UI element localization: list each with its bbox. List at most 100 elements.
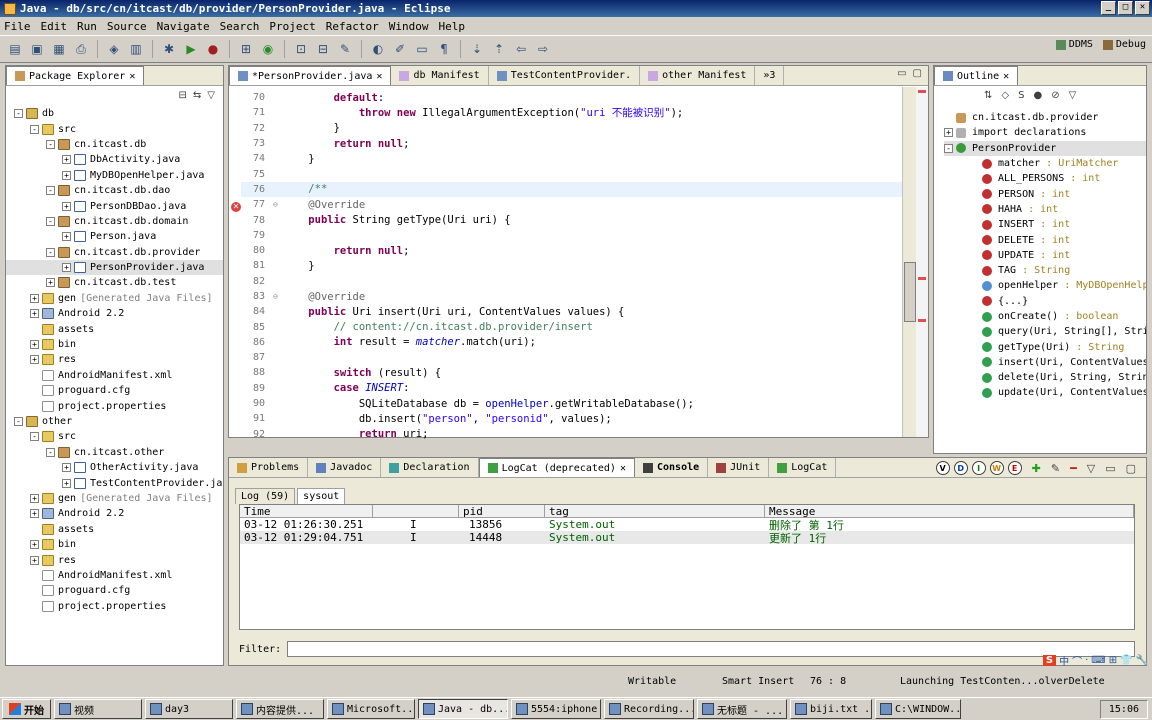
maximize-view-icon[interactable]: ▢: [913, 68, 922, 79]
expand-toggle-icon[interactable]: +: [30, 293, 39, 303]
tree-item[interactable]: + TestContentProvider.jav: [6, 475, 223, 490]
column-time[interactable]: Time: [240, 504, 373, 518]
code-line[interactable]: 71 throw new IllegalArgumentException("u…: [241, 105, 902, 120]
view-menu-icon[interactable]: ▽: [207, 90, 215, 101]
expand-toggle-icon[interactable]: -: [46, 139, 55, 149]
expand-toggle-icon[interactable]: -: [46, 247, 55, 257]
close-icon[interactable]: ✕: [1003, 71, 1009, 82]
menu-edit[interactable]: Edit: [41, 20, 68, 33]
log-tab-sysout[interactable]: sysout: [297, 488, 346, 504]
tree-item[interactable]: + Android 2.2: [6, 306, 223, 321]
view-menu-icon[interactable]: ▽: [1087, 462, 1095, 475]
tab-javadoc[interactable]: Javadoc: [308, 458, 382, 477]
ime-mode-icon[interactable]: 中: [1059, 653, 1069, 668]
show-whitespace-icon[interactable]: ¶: [435, 40, 453, 58]
tree-item[interactable]: project.properties: [6, 599, 223, 614]
run-icon[interactable]: ▶: [182, 40, 200, 58]
print-icon[interactable]: ⎙: [72, 40, 90, 58]
ime-keyboard-icon[interactable]: ⌨: [1091, 655, 1105, 666]
expand-toggle-icon[interactable]: -: [944, 143, 953, 153]
new-icon[interactable]: ▤: [6, 40, 24, 58]
tab-package-explorer[interactable]: Package Explorer ✕: [6, 66, 145, 85]
error-marker[interactable]: [918, 319, 926, 322]
code-line[interactable]: 83 ⊖ @Override: [241, 289, 902, 304]
tab-console[interactable]: Console: [635, 458, 709, 477]
outline-item[interactable]: openHelper: MyDBOpenHelpe: [944, 278, 1146, 293]
maximize-button[interactable]: □: [1118, 1, 1133, 15]
log-row[interactable]: 03-12 01:29:04.751 I 14448 System.out 更新了 1行: [240, 531, 1134, 545]
menu-run[interactable]: Run: [77, 20, 97, 33]
outline-item[interactable]: getType(Uri): String: [944, 339, 1146, 354]
taskbar-item[interactable]: 无标题 - ...: [697, 699, 787, 719]
close-icon[interactable]: ✕: [376, 71, 382, 82]
search-icon[interactable]: ✎: [336, 40, 354, 58]
tab-other-manifest[interactable]: other Manifest: [640, 66, 756, 85]
error-marker[interactable]: [918, 277, 926, 280]
tree-item[interactable]: - src: [6, 429, 223, 444]
code-area[interactable]: 70 default: 71 throw new IllegalArgumentE…: [241, 90, 902, 440]
block-selection-icon[interactable]: ▭: [413, 40, 431, 58]
log-level-e-button[interactable]: E: [1007, 461, 1022, 475]
edit-filter-icon[interactable]: ✎: [1051, 462, 1060, 475]
tree-item[interactable]: + cn.itcast.db.test: [6, 275, 223, 290]
log-level-w-button[interactable]: W: [989, 461, 1004, 475]
tree-item[interactable]: + bin: [6, 337, 223, 352]
outline-item[interactable]: INSERT: int: [944, 217, 1146, 232]
outline-item[interactable]: HAHA: int: [944, 202, 1146, 217]
hide-fields-icon[interactable]: ◇: [1001, 90, 1009, 101]
tab-outline[interactable]: Outline ✕: [934, 66, 1019, 85]
ime-punct-icon[interactable]: ·: [1085, 655, 1088, 666]
menu-file[interactable]: File: [4, 20, 31, 33]
tree-item[interactable]: + gen [Generated Java Files]: [6, 291, 223, 306]
tree-item[interactable]: - cn.itcast.db.dao: [6, 183, 223, 198]
editor-scrollbar[interactable]: [902, 87, 916, 437]
outline-item[interactable]: DELETE: int: [944, 232, 1146, 247]
error-marker[interactable]: [918, 90, 926, 93]
sogou-s-icon[interactable]: S: [1042, 654, 1057, 666]
status-job[interactable]: Launching TestConten...olverDelete: [900, 676, 1105, 687]
outline-item[interactable]: {...}: [944, 294, 1146, 309]
ime-moon-icon[interactable]: ⌒: [1072, 653, 1082, 668]
open-resource-icon[interactable]: ⊟: [314, 40, 332, 58]
open-type-icon[interactable]: ⊡: [292, 40, 310, 58]
ime-skin-icon[interactable]: 👕: [1120, 655, 1132, 666]
tree-item[interactable]: project.properties: [6, 398, 223, 413]
hide-nonpublic-icon[interactable]: ●: [1033, 90, 1042, 101]
tree-item[interactable]: + PersonDBDao.java: [6, 198, 223, 213]
code-line[interactable]: 88 switch (result) {: [241, 365, 902, 380]
debug-icon[interactable]: ✱: [160, 40, 178, 58]
expand-toggle-icon[interactable]: +: [62, 170, 71, 180]
sort-icon[interactable]: ⇅: [984, 90, 992, 101]
android-sdk-icon[interactable]: ◈: [105, 40, 123, 58]
tree-item[interactable]: proguard.cfg: [6, 583, 223, 598]
taskbar-item[interactable]: Recording...: [604, 699, 694, 719]
taskbar-item[interactable]: day3: [145, 699, 233, 719]
log-level-d-button[interactable]: D: [953, 461, 968, 475]
outline-item[interactable]: matcher: UriMatcher: [944, 156, 1146, 171]
expand-toggle-icon[interactable]: +: [62, 155, 71, 165]
expand-toggle-icon[interactable]: +: [944, 128, 953, 138]
link-editor-icon[interactable]: ⇆: [193, 90, 201, 101]
minimize-view-icon[interactable]: ▭: [897, 68, 906, 79]
expand-toggle-icon[interactable]: +: [30, 555, 39, 565]
tree-item[interactable]: + gen [Generated Java Files]: [6, 491, 223, 506]
menu-window[interactable]: Window: [389, 20, 429, 33]
highlight-icon[interactable]: ✐: [391, 40, 409, 58]
menu-refactor[interactable]: Refactor: [326, 20, 379, 33]
remove-filter-icon[interactable]: ━: [1070, 462, 1077, 475]
expand-toggle-icon[interactable]: +: [62, 463, 71, 473]
outline-item[interactable]: query(Uri, String[], Strin: [944, 324, 1146, 339]
tree-item[interactable]: - db: [6, 106, 223, 121]
save-all-icon[interactable]: ▦: [50, 40, 68, 58]
expand-toggle-icon[interactable]: -: [46, 216, 55, 226]
taskbar-item[interactable]: biji.txt ...: [790, 699, 872, 719]
taskbar-item[interactable]: Microsoft...: [327, 699, 415, 719]
log-level-i-button[interactable]: I: [971, 461, 986, 475]
log-level-v-button[interactable]: V: [935, 461, 950, 475]
tree-item[interactable]: AndroidManifest.xml: [6, 568, 223, 583]
tab-personprovider-java[interactable]: *PersonProvider.java ✕: [229, 66, 392, 85]
next-annotation-icon[interactable]: ⇣: [468, 40, 486, 58]
hide-static-icon[interactable]: S: [1018, 90, 1024, 101]
log-tab-all[interactable]: Log (59): [235, 488, 296, 504]
outline-item[interactable]: TAG: String: [944, 263, 1146, 278]
